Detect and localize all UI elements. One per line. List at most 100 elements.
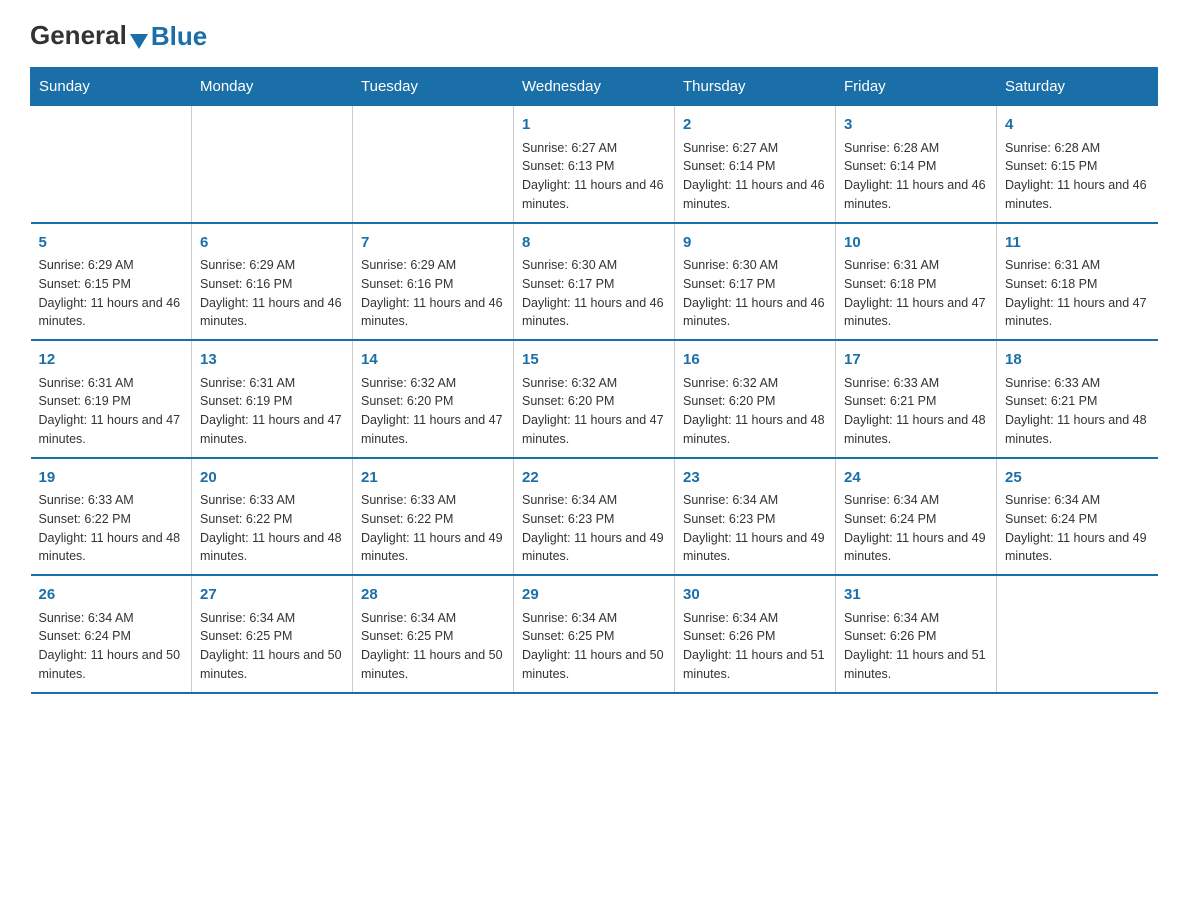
logo-triangle-icon bbox=[130, 34, 148, 49]
day-of-week-header-tuesday: Tuesday bbox=[353, 68, 514, 106]
calendar-cell: 28Sunrise: 6:34 AM Sunset: 6:25 PM Dayli… bbox=[353, 575, 514, 693]
day-info: Sunrise: 6:34 AM Sunset: 6:26 PM Dayligh… bbox=[683, 609, 827, 684]
calendar-cell: 23Sunrise: 6:34 AM Sunset: 6:23 PM Dayli… bbox=[675, 458, 836, 576]
day-number: 28 bbox=[361, 584, 505, 607]
day-info: Sunrise: 6:27 AM Sunset: 6:13 PM Dayligh… bbox=[522, 139, 666, 214]
calendar-cell: 15Sunrise: 6:32 AM Sunset: 6:20 PM Dayli… bbox=[514, 340, 675, 458]
day-of-week-header-thursday: Thursday bbox=[675, 68, 836, 106]
calendar-cell: 22Sunrise: 6:34 AM Sunset: 6:23 PM Dayli… bbox=[514, 458, 675, 576]
day-number: 2 bbox=[683, 114, 827, 137]
day-info: Sunrise: 6:31 AM Sunset: 6:18 PM Dayligh… bbox=[1005, 256, 1150, 331]
day-number: 9 bbox=[683, 232, 827, 255]
day-info: Sunrise: 6:27 AM Sunset: 6:14 PM Dayligh… bbox=[683, 139, 827, 214]
calendar-cell: 16Sunrise: 6:32 AM Sunset: 6:20 PM Dayli… bbox=[675, 340, 836, 458]
day-number: 15 bbox=[522, 349, 666, 372]
calendar-header: SundayMondayTuesdayWednesdayThursdayFrid… bbox=[31, 68, 1158, 106]
calendar-cell: 21Sunrise: 6:33 AM Sunset: 6:22 PM Dayli… bbox=[353, 458, 514, 576]
day-number: 22 bbox=[522, 467, 666, 490]
calendar-cell: 6Sunrise: 6:29 AM Sunset: 6:16 PM Daylig… bbox=[192, 223, 353, 341]
day-number: 23 bbox=[683, 467, 827, 490]
day-info: Sunrise: 6:33 AM Sunset: 6:22 PM Dayligh… bbox=[39, 491, 184, 566]
day-info: Sunrise: 6:33 AM Sunset: 6:22 PM Dayligh… bbox=[361, 491, 505, 566]
calendar-cell: 9Sunrise: 6:30 AM Sunset: 6:17 PM Daylig… bbox=[675, 223, 836, 341]
day-number: 11 bbox=[1005, 232, 1150, 255]
day-number: 13 bbox=[200, 349, 344, 372]
day-info: Sunrise: 6:34 AM Sunset: 6:24 PM Dayligh… bbox=[39, 609, 184, 684]
day-info: Sunrise: 6:30 AM Sunset: 6:17 PM Dayligh… bbox=[522, 256, 666, 331]
calendar-cell bbox=[192, 106, 353, 223]
calendar-cell: 14Sunrise: 6:32 AM Sunset: 6:20 PM Dayli… bbox=[353, 340, 514, 458]
day-number: 16 bbox=[683, 349, 827, 372]
day-info: Sunrise: 6:34 AM Sunset: 6:24 PM Dayligh… bbox=[844, 491, 988, 566]
calendar-cell: 18Sunrise: 6:33 AM Sunset: 6:21 PM Dayli… bbox=[997, 340, 1158, 458]
day-of-week-header-friday: Friday bbox=[836, 68, 997, 106]
calendar-cell: 12Sunrise: 6:31 AM Sunset: 6:19 PM Dayli… bbox=[31, 340, 192, 458]
calendar-cell: 2Sunrise: 6:27 AM Sunset: 6:14 PM Daylig… bbox=[675, 106, 836, 223]
day-number: 8 bbox=[522, 232, 666, 255]
day-info: Sunrise: 6:28 AM Sunset: 6:14 PM Dayligh… bbox=[844, 139, 988, 214]
calendar-cell: 26Sunrise: 6:34 AM Sunset: 6:24 PM Dayli… bbox=[31, 575, 192, 693]
day-number: 30 bbox=[683, 584, 827, 607]
day-info: Sunrise: 6:34 AM Sunset: 6:25 PM Dayligh… bbox=[522, 609, 666, 684]
calendar-cell bbox=[353, 106, 514, 223]
calendar-cell: 24Sunrise: 6:34 AM Sunset: 6:24 PM Dayli… bbox=[836, 458, 997, 576]
calendar-cell: 17Sunrise: 6:33 AM Sunset: 6:21 PM Dayli… bbox=[836, 340, 997, 458]
calendar-cell bbox=[997, 575, 1158, 693]
day-number: 18 bbox=[1005, 349, 1150, 372]
day-info: Sunrise: 6:31 AM Sunset: 6:19 PM Dayligh… bbox=[39, 374, 184, 449]
day-number: 4 bbox=[1005, 114, 1150, 137]
logo-blue-text: Blue bbox=[151, 23, 207, 49]
day-number: 24 bbox=[844, 467, 988, 490]
calendar-cell: 10Sunrise: 6:31 AM Sunset: 6:18 PM Dayli… bbox=[836, 223, 997, 341]
day-info: Sunrise: 6:34 AM Sunset: 6:26 PM Dayligh… bbox=[844, 609, 988, 684]
page-header: General Blue bbox=[30, 20, 1158, 51]
day-number: 6 bbox=[200, 232, 344, 255]
day-number: 20 bbox=[200, 467, 344, 490]
day-number: 17 bbox=[844, 349, 988, 372]
calendar-week-row: 5Sunrise: 6:29 AM Sunset: 6:15 PM Daylig… bbox=[31, 223, 1158, 341]
day-number: 1 bbox=[522, 114, 666, 137]
calendar-cell: 25Sunrise: 6:34 AM Sunset: 6:24 PM Dayli… bbox=[997, 458, 1158, 576]
day-info: Sunrise: 6:34 AM Sunset: 6:25 PM Dayligh… bbox=[200, 609, 344, 684]
day-info: Sunrise: 6:31 AM Sunset: 6:18 PM Dayligh… bbox=[844, 256, 988, 331]
calendar-cell bbox=[31, 106, 192, 223]
day-number: 25 bbox=[1005, 467, 1150, 490]
calendar-cell: 27Sunrise: 6:34 AM Sunset: 6:25 PM Dayli… bbox=[192, 575, 353, 693]
day-of-week-header-wednesday: Wednesday bbox=[514, 68, 675, 106]
day-of-week-header-saturday: Saturday bbox=[997, 68, 1158, 106]
day-number: 29 bbox=[522, 584, 666, 607]
day-info: Sunrise: 6:34 AM Sunset: 6:25 PM Dayligh… bbox=[361, 609, 505, 684]
calendar-week-row: 1Sunrise: 6:27 AM Sunset: 6:13 PM Daylig… bbox=[31, 106, 1158, 223]
day-info: Sunrise: 6:33 AM Sunset: 6:21 PM Dayligh… bbox=[1005, 374, 1150, 449]
day-info: Sunrise: 6:32 AM Sunset: 6:20 PM Dayligh… bbox=[522, 374, 666, 449]
day-number: 3 bbox=[844, 114, 988, 137]
day-number: 7 bbox=[361, 232, 505, 255]
calendar-cell: 8Sunrise: 6:30 AM Sunset: 6:17 PM Daylig… bbox=[514, 223, 675, 341]
day-number: 14 bbox=[361, 349, 505, 372]
calendar-cell: 7Sunrise: 6:29 AM Sunset: 6:16 PM Daylig… bbox=[353, 223, 514, 341]
day-number: 31 bbox=[844, 584, 988, 607]
day-number: 5 bbox=[39, 232, 184, 255]
calendar-cell: 19Sunrise: 6:33 AM Sunset: 6:22 PM Dayli… bbox=[31, 458, 192, 576]
day-info: Sunrise: 6:32 AM Sunset: 6:20 PM Dayligh… bbox=[361, 374, 505, 449]
day-number: 19 bbox=[39, 467, 184, 490]
day-info: Sunrise: 6:34 AM Sunset: 6:23 PM Dayligh… bbox=[683, 491, 827, 566]
day-number: 27 bbox=[200, 584, 344, 607]
day-info: Sunrise: 6:34 AM Sunset: 6:23 PM Dayligh… bbox=[522, 491, 666, 566]
calendar-body: 1Sunrise: 6:27 AM Sunset: 6:13 PM Daylig… bbox=[31, 106, 1158, 693]
calendar-table: SundayMondayTuesdayWednesdayThursdayFrid… bbox=[30, 67, 1158, 694]
days-of-week-row: SundayMondayTuesdayWednesdayThursdayFrid… bbox=[31, 68, 1158, 106]
logo: General Blue bbox=[30, 20, 207, 51]
logo-general-text: General bbox=[30, 20, 127, 51]
day-info: Sunrise: 6:33 AM Sunset: 6:21 PM Dayligh… bbox=[844, 374, 988, 449]
calendar-cell: 11Sunrise: 6:31 AM Sunset: 6:18 PM Dayli… bbox=[997, 223, 1158, 341]
day-info: Sunrise: 6:31 AM Sunset: 6:19 PM Dayligh… bbox=[200, 374, 344, 449]
day-info: Sunrise: 6:33 AM Sunset: 6:22 PM Dayligh… bbox=[200, 491, 344, 566]
day-number: 21 bbox=[361, 467, 505, 490]
calendar-cell: 1Sunrise: 6:27 AM Sunset: 6:13 PM Daylig… bbox=[514, 106, 675, 223]
day-number: 26 bbox=[39, 584, 184, 607]
calendar-cell: 29Sunrise: 6:34 AM Sunset: 6:25 PM Dayli… bbox=[514, 575, 675, 693]
day-number: 12 bbox=[39, 349, 184, 372]
day-info: Sunrise: 6:29 AM Sunset: 6:16 PM Dayligh… bbox=[361, 256, 505, 331]
calendar-cell: 20Sunrise: 6:33 AM Sunset: 6:22 PM Dayli… bbox=[192, 458, 353, 576]
